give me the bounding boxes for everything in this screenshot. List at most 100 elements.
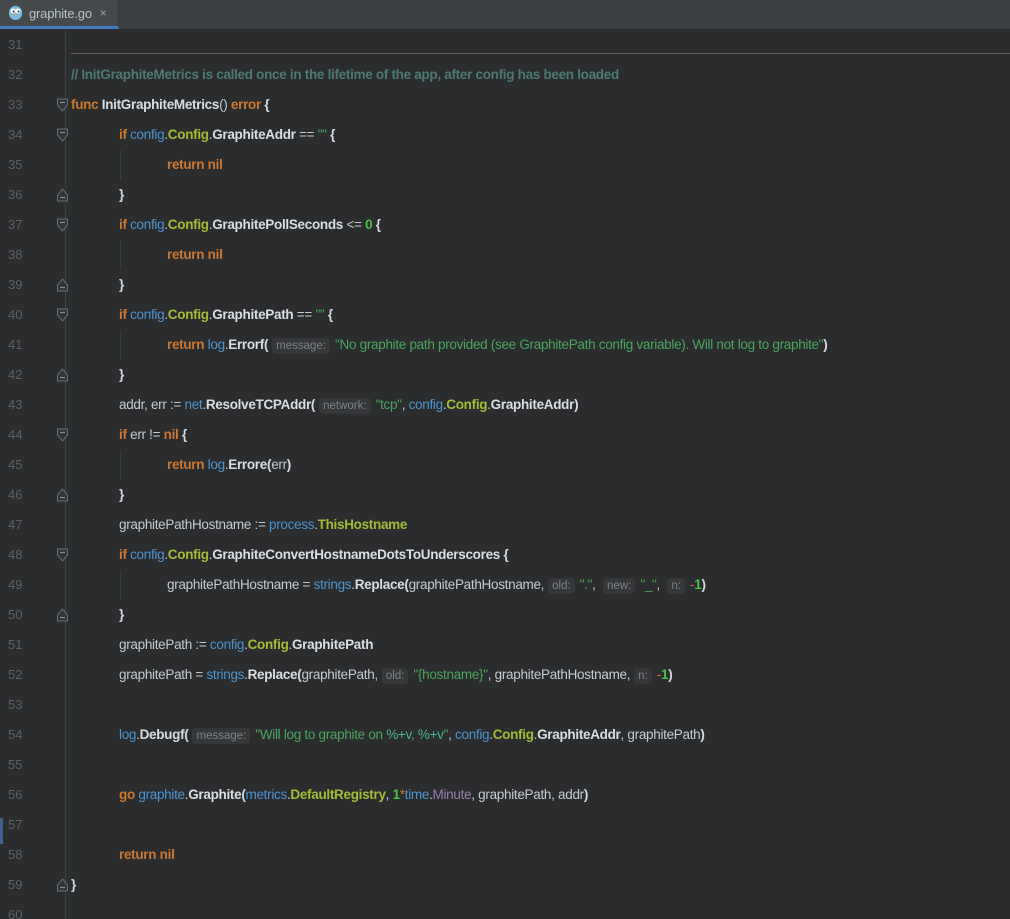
code-text: go graphite.Graphite(metrics.DefaultRegi… [0,780,1010,810]
code-line[interactable]: 56go graphite.Graphite(metrics.DefaultRe… [0,780,1010,810]
code-editor[interactable]: 3132// InitGraphiteMetrics is called onc… [0,30,1010,919]
token-fmt: %+v [386,727,411,742]
token-pun: ) [287,457,291,472]
code-line[interactable]: 49graphitePathHostname = strings.Replace… [0,570,1010,600]
code-line[interactable]: 31 [0,30,1010,60]
code-line[interactable]: 32// InitGraphiteMetrics is called once … [0,60,1010,90]
token-kw: return [167,457,204,472]
token-kw: if [119,307,127,322]
code-text [0,750,1010,780]
token-fld: ThisHostname [318,517,407,532]
code-text: return log.Errorf(message:"No graphite p… [0,330,1010,360]
tab-close-icon[interactable]: × [98,6,109,20]
token-pln: , [448,727,455,742]
code-line[interactable]: 36} [0,180,1010,210]
token-str: "Will log to graphite on [255,727,386,742]
code-text: return nil [0,240,1010,270]
token-pln: err [271,457,287,472]
code-line[interactable]: 45return log.Errore(err) [0,450,1010,480]
code-line[interactable]: 44if err != nil { [0,420,1010,450]
token-pln: err != [127,427,164,442]
code-line[interactable]: 34if config.Config.GraphiteAddr == "" { [0,120,1010,150]
code-text: // InitGraphiteMetrics is called once in… [0,60,1010,90]
token-kw: nil [208,157,223,172]
token-pkg: config [455,727,489,742]
token-mem: Errore [228,457,267,472]
token-pun: { [500,547,508,562]
parameter-hint: message: [272,338,330,354]
token-pun: } [119,277,124,292]
code-text [0,690,1010,720]
tab-graphite-go[interactable]: graphite.go × [0,0,119,29]
token-pln: , [386,787,393,802]
token-kw: if [119,427,127,442]
token-kw: return [119,847,156,862]
code-line[interactable]: 39} [0,270,1010,300]
parameter-hint: new: [603,578,635,594]
code-line[interactable]: 58return nil [0,840,1010,870]
token-pln: graphitePathHostname, [409,577,545,592]
code-text: graphitePath := config.Config.GraphitePa… [0,630,1010,660]
token-fld: Config [168,127,209,142]
code-line[interactable]: 50} [0,600,1010,630]
code-line[interactable]: 51graphitePath := config.Config.Graphite… [0,630,1010,660]
token-pln: , [657,577,664,592]
token-pln: , graphitePathHostname, [488,667,630,682]
token-str: "_" [640,577,656,592]
code-line[interactable]: 35return nil [0,150,1010,180]
code-line[interactable]: 53 [0,690,1010,720]
token-pln: , [402,397,409,412]
token-kw: error [231,97,261,112]
code-line[interactable]: 55 [0,750,1010,780]
token-kw: if [119,547,127,562]
token-fmt: %+v [418,727,444,742]
code-line[interactable]: 33func InitGraphiteMetrics() error { [0,90,1010,120]
token-fld: Config [248,637,289,652]
token-num: 1 [393,787,400,802]
code-line[interactable]: 38return nil [0,240,1010,270]
code-line[interactable]: 40if config.Config.GraphitePath == "" { [0,300,1010,330]
code-line[interactable]: 46} [0,480,1010,510]
code-line[interactable]: 43addr, err := net.ResolveTCPAddr(networ… [0,390,1010,420]
token-pkg: graphite [138,787,184,802]
token-kw: func [71,97,98,112]
code-line[interactable]: 59} [0,870,1010,900]
token-pkg: time [405,787,429,802]
code-text: return log.Errore(err) [0,450,1010,480]
code-line[interactable]: 60 [0,900,1010,919]
token-cst: Minute [433,787,472,802]
code-text: } [0,480,1010,510]
token-str: "" [318,127,327,142]
token-pln: graphitePathHostname := [119,517,269,532]
token-pln: , graphitePath [621,727,701,742]
token-pun: { [261,97,269,112]
code-line[interactable]: 48if config.Config.GraphiteConvertHostna… [0,540,1010,570]
code-line[interactable]: 57 [0,810,1010,840]
code-line[interactable]: 52graphitePath = strings.Replace(graphit… [0,660,1010,690]
token-pln: == [296,127,318,142]
token-mem: Graphite [188,787,241,802]
method-separator [71,53,1010,54]
token-pln: () [219,97,231,112]
code-line[interactable]: 42} [0,360,1010,390]
token-pkg: config [409,397,443,412]
token-mem: GraphiteAddr [212,127,295,142]
token-kw: nil [208,247,223,262]
go-file-icon [8,5,23,21]
code-line[interactable]: 37if config.Config.GraphitePollSeconds <… [0,210,1010,240]
token-pun: } [71,877,76,892]
token-pkg: strings [206,667,244,682]
token-kw: go [119,787,135,802]
token-pln: graphitePathHostname = [167,577,314,592]
code-line[interactable]: 41return log.Errorf(message:"No graphite… [0,330,1010,360]
token-pkg: log [119,727,136,742]
token-pkg: strings [314,577,352,592]
code-text: } [0,360,1010,390]
token-pun: ( [264,337,268,352]
token-fld: Config [493,727,534,742]
token-pkg: log [208,337,225,352]
code-text: if config.Config.GraphitePath == "" { [0,300,1010,330]
code-line[interactable]: 47graphitePathHostname := process.ThisHo… [0,510,1010,540]
parameter-hint: old: [548,578,575,594]
code-line[interactable]: 54log.Debugf(message:"Will log to graphi… [0,720,1010,750]
